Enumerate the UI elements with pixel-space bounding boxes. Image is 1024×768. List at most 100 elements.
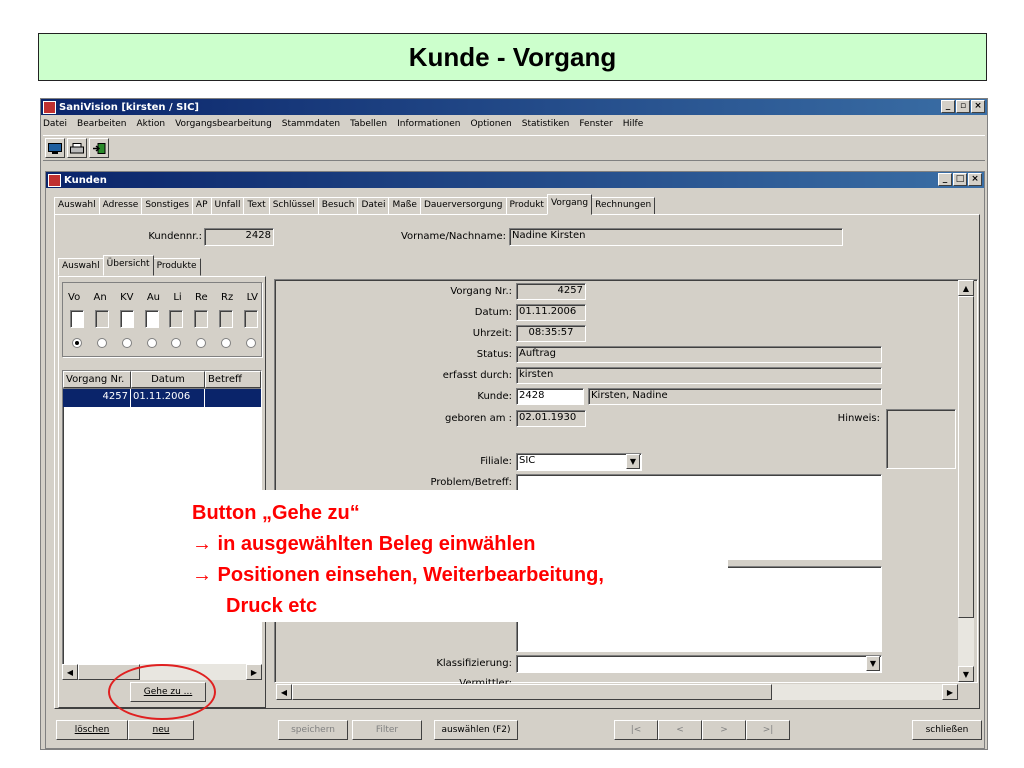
detail-hscrollbar[interactable]: ◀ ▶ [276, 684, 958, 700]
kunden-close-button[interactable]: × [968, 173, 982, 186]
menu-bearbeiten[interactable]: Bearbeiten [77, 119, 126, 129]
toolbar [43, 135, 985, 161]
menu-fenster[interactable]: Fenster [579, 119, 612, 129]
toolbar-print-button[interactable] [67, 138, 87, 158]
tab-ap[interactable]: AP [191, 197, 212, 215]
tab-produkt[interactable]: Produkt [505, 197, 548, 215]
filter-label-au: Au [146, 292, 160, 303]
grid-col-nr[interactable]: Vorgang Nr. [63, 371, 131, 388]
klassifizierung-dropdown-icon[interactable]: ▼ [866, 656, 880, 671]
app-title: SaniVision [kirsten / SIC] [59, 101, 199, 113]
kunden-minimize-button[interactable]: _ [938, 173, 952, 186]
detail-scroll-thumb[interactable] [958, 296, 974, 618]
grid-col-datum[interactable]: Datum [131, 371, 205, 388]
menu-tabellen[interactable]: Tabellen [350, 119, 387, 129]
detail-hscroll-thumb[interactable] [292, 684, 772, 700]
uhrzeit-field[interactable]: 08:35:57 [516, 325, 586, 342]
filter-radio-an[interactable] [96, 338, 107, 348]
neu-button[interactable]: neu [128, 720, 194, 740]
status-field[interactable]: Auftrag [516, 346, 882, 363]
filter-checkbox-rz[interactable] [219, 310, 234, 328]
tab-vorgang[interactable]: Vorgang [546, 194, 593, 215]
filter-checkbox-au[interactable] [144, 310, 159, 328]
filter-radio-rz[interactable] [221, 338, 232, 348]
menu-informationen[interactable]: Informationen [397, 119, 460, 129]
detail-scroll-up-button[interactable]: ▲ [958, 280, 974, 296]
subtab-uebersicht[interactable]: Übersicht [102, 255, 154, 276]
tab-unfall[interactable]: Unfall [210, 197, 245, 215]
detail-scroll-left-button[interactable]: ◀ [276, 684, 292, 700]
maximize-button[interactable]: ▫ [956, 100, 970, 113]
kunden-title: Kunden [64, 174, 107, 186]
tab-dauerversorgung[interactable]: Dauerversorgung [419, 197, 507, 215]
close-button[interactable]: × [971, 100, 985, 113]
filter-radio-vo[interactable] [72, 338, 82, 348]
tab-rechnungen[interactable]: Rechnungen [591, 197, 656, 215]
kundennr-field[interactable]: 2428 [204, 228, 274, 246]
next-record-button[interactable]: > [702, 720, 746, 740]
tab-text[interactable]: Text [243, 197, 270, 215]
filter-checkbox-li[interactable] [169, 310, 184, 328]
filiale-dropdown-icon[interactable]: ▼ [626, 454, 640, 469]
speichern-button[interactable]: speichern [278, 720, 348, 740]
minimize-button[interactable]: _ [941, 100, 955, 113]
grid-scroll-right-button[interactable]: ▶ [246, 664, 262, 680]
menu-aktion[interactable]: Aktion [136, 119, 165, 129]
auswaehlen-button[interactable]: auswählen (F2) [434, 720, 518, 740]
klassifizierung-select[interactable]: ▼ [516, 655, 882, 673]
tab-besuch[interactable]: Besuch [317, 197, 359, 215]
menu-stammdaten[interactable]: Stammdaten [282, 119, 340, 129]
name-field[interactable]: Nadine Kirsten [509, 228, 843, 246]
detail-scroll-down-button[interactable]: ▼ [958, 666, 974, 682]
erfasst-field[interactable]: kirsten [516, 367, 882, 384]
tab-sonstiges[interactable]: Sonstiges [141, 197, 193, 215]
last-record-button[interactable]: >| [746, 720, 790, 740]
filter-radio-re[interactable] [196, 338, 207, 348]
loeschen-button[interactable]: löschen [56, 720, 128, 740]
filter-radio-li[interactable] [171, 338, 182, 348]
menu-statistiken[interactable]: Statistiken [522, 119, 570, 129]
menu-optionen[interactable]: Optionen [470, 119, 511, 129]
filiale-select[interactable]: SIC ▼ [516, 453, 642, 471]
tab-masse[interactable]: Maße [388, 197, 421, 215]
filter-button[interactable]: Filter [352, 720, 422, 740]
hinweis-field[interactable] [886, 409, 956, 469]
filter-radio-au[interactable] [146, 338, 157, 348]
menu-hilfe[interactable]: Hilfe [623, 119, 643, 129]
vorgang-nr-field[interactable]: 4257 [516, 283, 586, 300]
detail-scroll-right-button[interactable]: ▶ [942, 684, 958, 700]
kunden-maximize-button[interactable]: □ [953, 173, 967, 186]
klassifizierung-label: Klassifizierung: [436, 658, 512, 669]
tab-datei[interactable]: Datei [357, 197, 390, 215]
filter-checkbox-an[interactable] [94, 310, 109, 328]
filter-radio-kv[interactable] [121, 338, 132, 348]
grid-scroll-left-button[interactable]: ◀ [62, 664, 78, 680]
subtab-auswahl[interactable]: Auswahl [58, 258, 104, 276]
detail-vscrollbar[interactable]: ▲ ▼ [958, 280, 974, 682]
prev-record-button[interactable]: < [658, 720, 702, 740]
tab-adresse[interactable]: Adresse [98, 197, 143, 215]
tab-auswahl[interactable]: Auswahl [54, 197, 100, 215]
menu-datei[interactable]: Datei [43, 119, 67, 129]
tab-schluessel[interactable]: Schlüssel [268, 197, 319, 215]
toolbar-monitor-button[interactable] [45, 138, 65, 158]
grid-header: Vorgang Nr. Datum Betreff [63, 371, 261, 389]
geboren-field[interactable]: 02.01.1930 [516, 410, 586, 427]
kunde-name-field[interactable]: Kirsten, Nadine [588, 388, 882, 405]
table-row[interactable]: 4257 01.11.2006 [63, 389, 261, 407]
menu-vorgangsbearbeitung[interactable]: Vorgangsbearbeitung [175, 119, 272, 129]
filter-checkbox-lv[interactable] [243, 310, 258, 328]
datum-field[interactable]: 01.11.2006 [516, 304, 586, 321]
schliessen-button[interactable]: schließen [912, 720, 982, 740]
filter-checkbox-kv[interactable] [119, 310, 134, 328]
toolbar-exit-button[interactable] [89, 138, 109, 158]
filter-checkbox-vo[interactable] [70, 310, 84, 328]
filter-radio-lv[interactable] [245, 338, 256, 348]
filter-checkbox-re[interactable] [194, 310, 209, 328]
first-record-button[interactable]: |< [614, 720, 658, 740]
filter-checkboxes [70, 310, 258, 328]
subtab-produkte[interactable]: Produkte [152, 258, 201, 276]
kunde-nr-input[interactable]: 2428 [516, 388, 584, 405]
grid-col-betreff[interactable]: Betreff [205, 371, 261, 388]
filter-label-li: Li [173, 292, 182, 303]
